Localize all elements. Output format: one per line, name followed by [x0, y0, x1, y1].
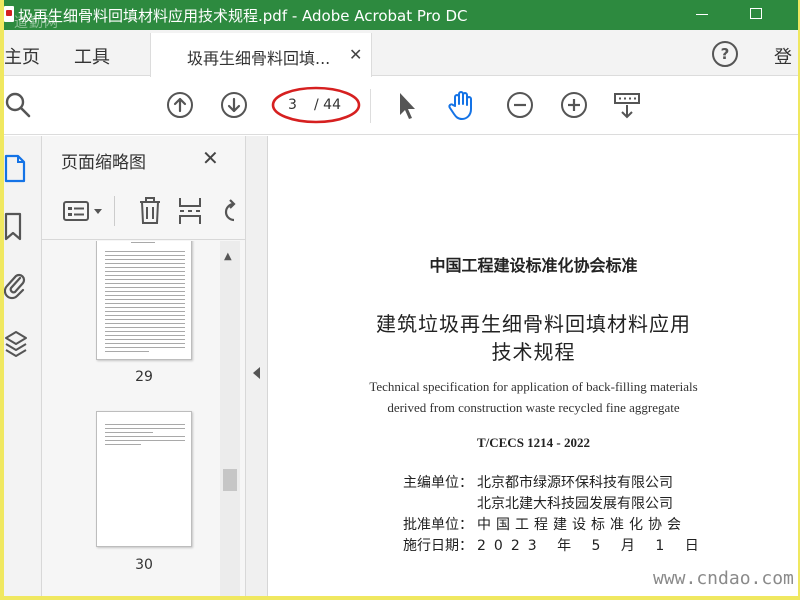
standard-organization: 中国工程建设标准化协会标准	[429, 256, 638, 275]
main-toolbar: 3 / 44	[4, 77, 798, 135]
title-bar: 圾再生细骨料回填材料应用技术规程.pdf - Adobe Acrobat Pro…	[4, 0, 798, 31]
tab-tools[interactable]: 工具	[74, 43, 110, 69]
english-title-line2: derived from construction waste recycled…	[387, 400, 680, 415]
zoom-out-icon[interactable]	[506, 91, 534, 119]
thumbnail-page-number: 29	[135, 369, 153, 385]
effective-date: 2023 年 5 月 1 日	[477, 538, 707, 554]
page-thumbnails-icon[interactable]	[4, 154, 28, 188]
close-tab-icon[interactable]: ✕	[349, 45, 362, 64]
chief-editor-label: 主编单位：	[403, 475, 473, 491]
sign-in-button[interactable]: 登	[774, 43, 792, 69]
chief-editor-unit-2: 北京北建大科技园发展有限公司	[477, 496, 673, 512]
rotate-page-icon[interactable]	[218, 198, 238, 230]
document-title-line2: 技术规程	[491, 340, 576, 364]
help-icon[interactable]: ?	[712, 41, 738, 67]
thumbnail-scrollbar[interactable]: ▲	[220, 241, 240, 596]
panel-toolbar-divider	[114, 196, 115, 226]
bookmark-icon[interactable]	[4, 212, 26, 246]
tab-home[interactable]: 主页	[4, 43, 40, 69]
tab-document[interactable]: 圾再生细骨料回填... ✕	[150, 33, 372, 77]
navigation-rail	[4, 136, 42, 596]
standard-code: T/CECS 1214 - 2022	[476, 435, 591, 450]
approval-label: 批准单位：	[403, 517, 473, 533]
layers-icon[interactable]	[4, 328, 30, 364]
approval-unit: 中国工程建设标准化协会	[477, 517, 686, 533]
attachment-icon[interactable]	[4, 270, 28, 304]
maximize-icon[interactable]	[750, 8, 762, 19]
scroll-up-icon[interactable]: ▲	[224, 251, 232, 262]
watermark-text: 道勤网	[14, 15, 59, 31]
toolbar-divider	[370, 89, 371, 123]
panel-title: 页面缩略图	[61, 153, 146, 173]
thumbnails-panel: 页面缩略图 ✕ 29 30 ▲	[42, 136, 246, 596]
previous-page-icon[interactable]	[166, 91, 194, 119]
document-page: 中国工程建设标准化协会标准 建筑垃圾再生细骨料回填材料应用 技术规程 Techn…	[269, 136, 798, 596]
acrobat-window: 圾再生细骨料回填材料应用技术规程.pdf - Adobe Acrobat Pro…	[4, 0, 798, 596]
page-display-icon[interactable]	[612, 91, 642, 121]
tab-bar: 主页 工具 圾再生细骨料回填... ✕ ? 登	[4, 30, 798, 77]
search-icon[interactable]	[4, 91, 32, 119]
panel-toolbar	[42, 184, 246, 240]
options-menu-icon[interactable]	[62, 200, 106, 228]
total-pages: / 44	[314, 97, 341, 113]
scrollbar-thumb[interactable]	[223, 469, 237, 491]
next-page-icon[interactable]	[220, 91, 248, 119]
pdf-file-icon	[4, 6, 14, 22]
thumbnail-page[interactable]	[96, 241, 192, 360]
zoom-in-icon[interactable]	[560, 91, 588, 119]
effective-date-label: 施行日期：	[403, 538, 473, 554]
collapse-arrow-icon	[253, 367, 260, 379]
collapse-panel-handle[interactable]	[246, 136, 268, 596]
thumbnail-page[interactable]	[96, 411, 192, 547]
english-title-line1: Technical specification for application …	[369, 379, 698, 394]
document-title-line1: 建筑垃圾再生细骨料回填材料应用	[376, 312, 691, 336]
current-page-input[interactable]: 3	[288, 97, 297, 113]
extract-page-icon[interactable]	[178, 196, 204, 230]
site-watermark: www.cndao.com	[653, 568, 794, 589]
close-panel-icon[interactable]: ✕	[202, 146, 219, 170]
select-cursor-icon[interactable]	[396, 91, 418, 121]
thumbnail-list: 29 30	[42, 241, 220, 596]
delete-page-icon[interactable]	[138, 196, 162, 230]
window-title: 圾再生细骨料回填材料应用技术规程.pdf - Adobe Acrobat Pro…	[18, 7, 468, 25]
minimize-icon[interactable]	[696, 14, 708, 15]
thumbnail-page-number: 30	[135, 557, 153, 573]
document-tab-label: 圾再生细骨料回填...	[187, 49, 331, 68]
page-number-field[interactable]: 3 / 44	[271, 86, 361, 124]
chief-editor-unit-1: 北京都市绿源环保科技有限公司	[477, 475, 673, 491]
hand-tool-icon[interactable]	[446, 89, 478, 121]
